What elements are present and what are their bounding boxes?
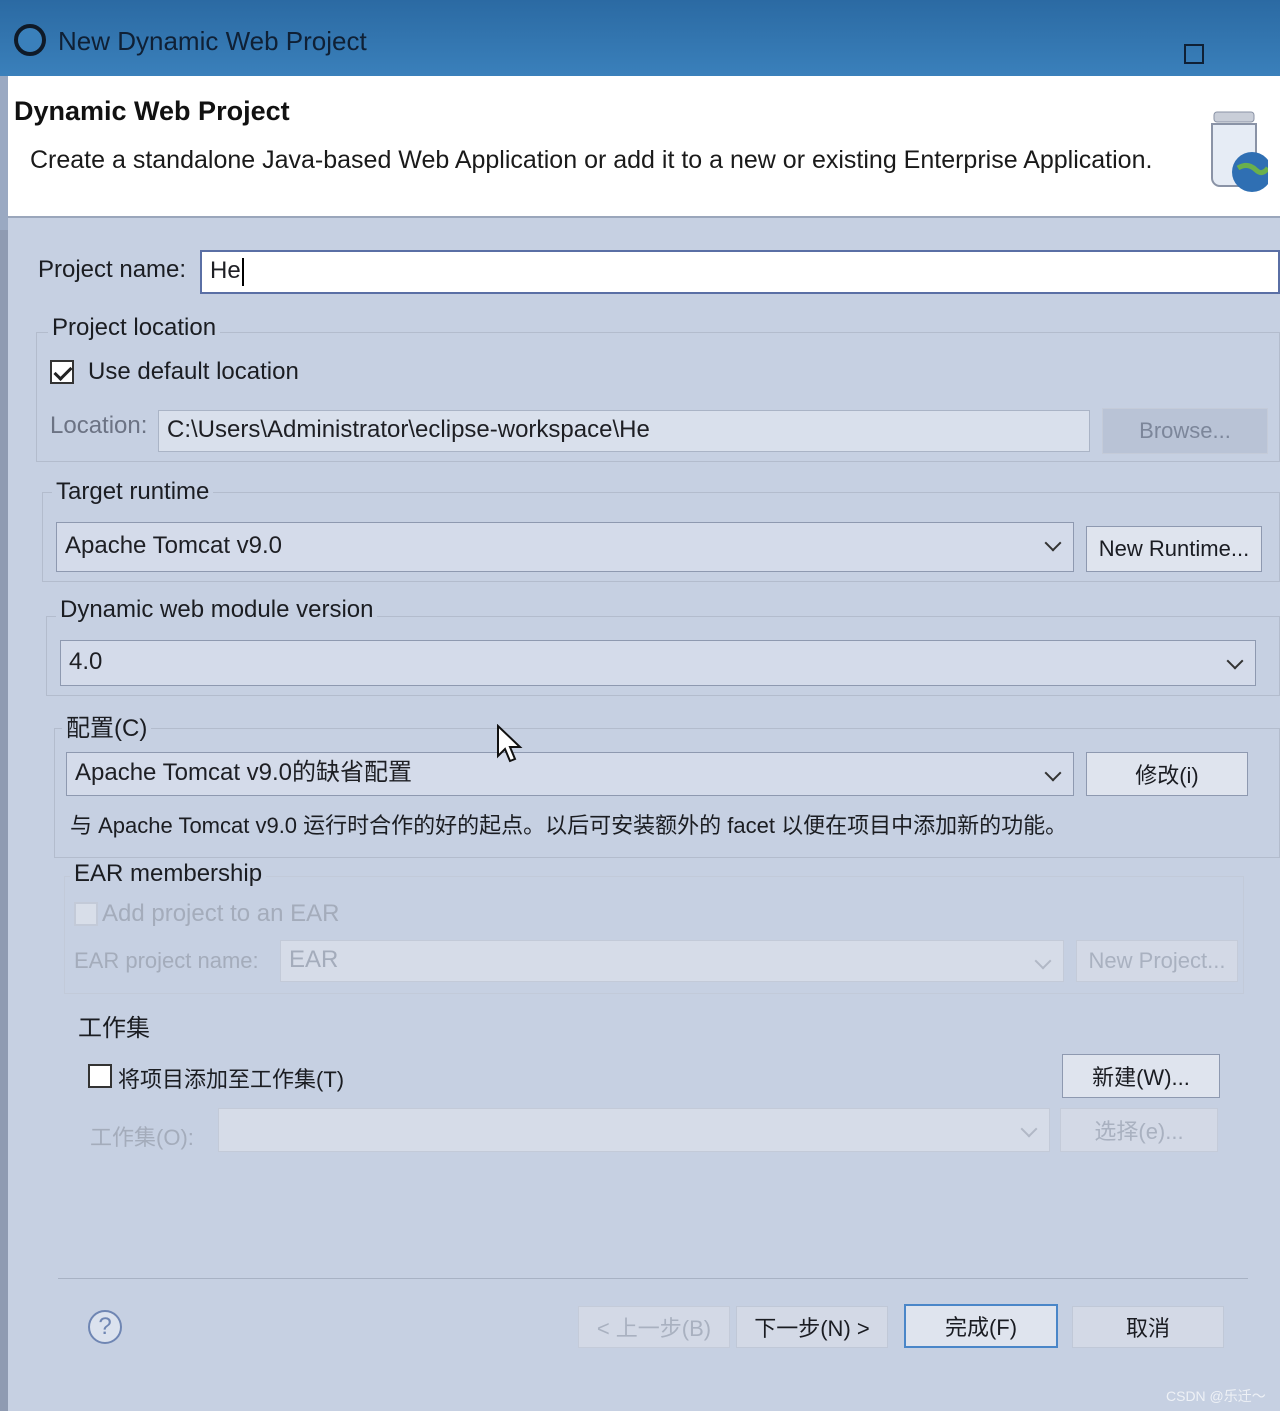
browse-button[interactable]: Browse...	[1102, 408, 1268, 454]
add-to-ear-label: Add project to an EAR	[102, 900, 340, 927]
project-name-input[interactable]: He	[200, 250, 1280, 294]
web-project-jar-icon	[1211, 111, 1268, 192]
target-runtime-group-label: Target runtime	[52, 478, 214, 506]
target-runtime-value: Apache Tomcat v9.0	[65, 532, 283, 559]
working-sets-label: 工作集(O):	[90, 1125, 194, 1150]
target-runtime-select[interactable]: Apache Tomcat v9.0	[56, 522, 1074, 572]
project-location-group-label: Project location	[48, 314, 221, 342]
mouse-pointer-icon	[497, 724, 523, 763]
ear-project-name-select[interactable]: EAR	[280, 940, 1064, 982]
window-titlebar: New Dynamic Web Project	[0, 0, 1280, 76]
next-button[interactable]: 下一步(N) >	[736, 1306, 888, 1348]
add-to-ear-checkbox[interactable]	[74, 902, 98, 926]
help-icon[interactable]: ?	[88, 1310, 122, 1344]
wizard-banner: Dynamic Web Project Create a standalone …	[8, 76, 1280, 218]
working-sets-select[interactable]	[218, 1108, 1050, 1152]
back-button[interactable]: < 上一步(B)	[578, 1306, 730, 1348]
wizard-dialog: Dynamic Web Project Create a standalone …	[8, 76, 1280, 1411]
use-default-location-checkbox[interactable]	[50, 360, 74, 384]
add-to-working-sets-checkbox[interactable]	[88, 1064, 112, 1088]
page-title: Dynamic Web Project	[14, 96, 290, 126]
modify-button[interactable]: 修改(i)	[1086, 752, 1248, 796]
new-ear-project-button[interactable]: New Project...	[1076, 940, 1238, 982]
watermark: CSDN @乐迁～	[1166, 1388, 1266, 1404]
maximize-button[interactable]	[1184, 44, 1204, 64]
module-version-select[interactable]: 4.0	[60, 640, 1256, 686]
ear-membership-group-label: EAR membership	[70, 860, 267, 888]
ear-project-name-value: EAR	[289, 946, 339, 973]
add-to-working-sets-label: 将项目添加至工作集(T)	[118, 1067, 345, 1092]
module-version-group-label: Dynamic web module version	[56, 596, 378, 624]
chevron-down-icon	[1020, 1120, 1038, 1138]
configuration-group-label: 配置(C)	[62, 708, 152, 743]
window-title: New Dynamic Web Project	[58, 26, 367, 56]
eclipse-gear-icon	[14, 24, 46, 56]
new-working-set-button[interactable]: 新建(W)...	[1062, 1054, 1220, 1098]
chevron-down-icon	[1044, 764, 1062, 782]
text-caret	[241, 257, 244, 286]
chevron-down-icon	[1034, 952, 1052, 970]
ear-project-name-label: EAR project name:	[74, 948, 259, 973]
background-edge	[0, 230, 8, 1411]
configuration-value: Apache Tomcat v9.0的缺省配置	[75, 759, 413, 786]
project-name-value: He	[210, 257, 241, 284]
location-field: C:\Users\Administrator\eclipse-workspace…	[158, 410, 1090, 452]
new-runtime-button[interactable]: New Runtime...	[1086, 526, 1262, 572]
footer-separator	[58, 1278, 1248, 1279]
use-default-location-label: Use default location	[88, 358, 299, 385]
module-version-value: 4.0	[69, 648, 103, 675]
finish-button[interactable]: 完成(F)	[904, 1304, 1058, 1348]
working-sets-group-label: 工作集	[78, 1015, 150, 1042]
cancel-button[interactable]: 取消	[1072, 1306, 1224, 1348]
project-name-label: Project name:	[38, 256, 187, 283]
chevron-down-icon	[1226, 652, 1244, 670]
configuration-select[interactable]: Apache Tomcat v9.0的缺省配置	[66, 752, 1074, 796]
location-label: Location:	[50, 412, 148, 439]
page-description: Create a standalone Java-based Web Appli…	[30, 146, 1153, 174]
select-working-sets-button[interactable]: 选择(e)...	[1060, 1108, 1218, 1152]
configuration-description: 与 Apache Tomcat v9.0 运行时合作的好的起点。以后可安装额外的…	[70, 813, 1068, 838]
chevron-down-icon	[1044, 534, 1062, 552]
